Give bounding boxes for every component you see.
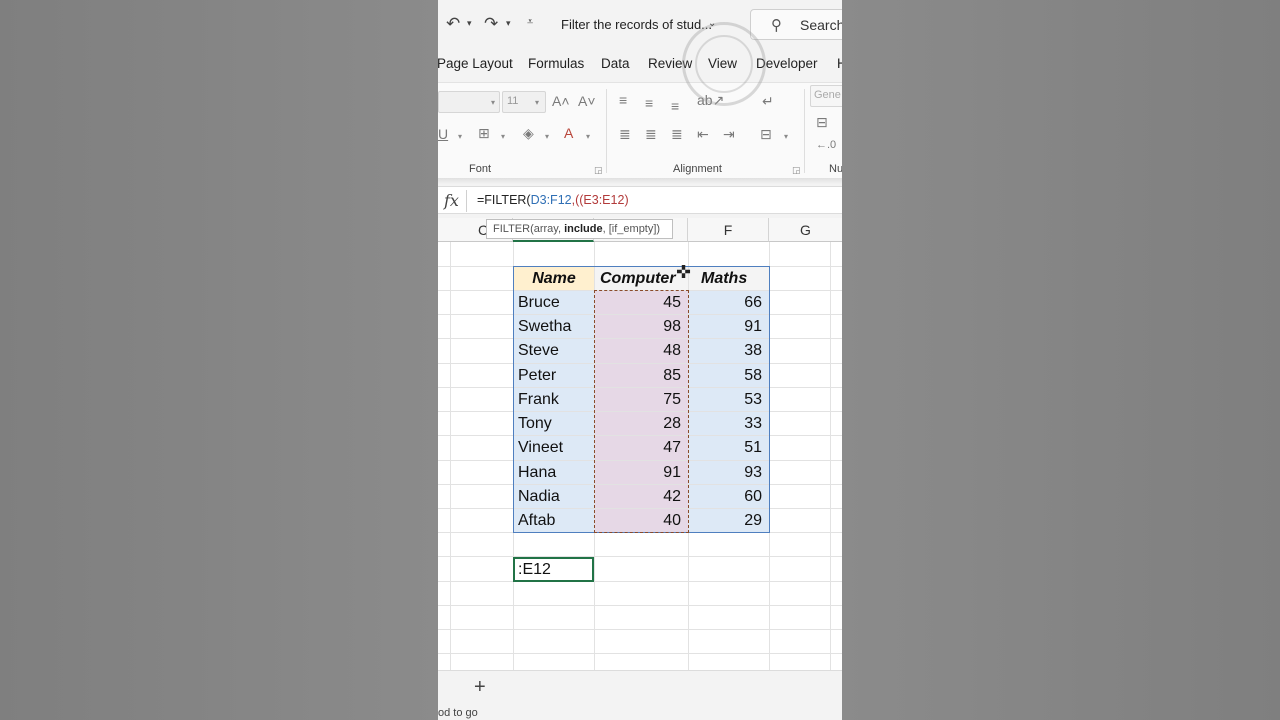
search-box[interactable]: ⚲ Search (750, 9, 842, 40)
alignment-dialog-launcher-icon[interactable]: ◲ (792, 165, 801, 176)
add-sheet-button[interactable]: + (474, 676, 486, 699)
grid-line (438, 653, 842, 654)
redo-dropdown-icon[interactable]: ▾ (506, 18, 511, 29)
font-group-label: Font (469, 163, 492, 175)
status-text: od to go (438, 707, 478, 719)
number-format-value: Gene (814, 89, 841, 101)
alignment-group-label: Alignment (673, 163, 722, 175)
insert-function-icon[interactable]: fx (444, 191, 459, 210)
align-right-icon[interactable]: ≣ (671, 126, 683, 143)
font-size-value: 11 (507, 95, 519, 107)
font-size-dropdown-icon: ▾ (535, 98, 540, 107)
accounting-format-icon[interactable]: ⊟ (816, 114, 828, 131)
undo-icon[interactable]: ↶ (446, 14, 460, 34)
worksheet-grid[interactable]: C F G Name Computer Maths Bruce 45 66 Sw… (438, 218, 842, 670)
active-cell-editor[interactable]: :E12 (513, 557, 594, 582)
quick-access-customize-icon[interactable]: ⩡ (527, 16, 533, 29)
grid-line (438, 605, 842, 606)
formula-bar[interactable]: fx =FILTER(D3:F12,((E3:E12) (438, 186, 842, 214)
title-bar: ↶ ▾ ↷ ▾ ⩡ Filter the records of stud... … (438, 0, 842, 106)
merge-center-icon[interactable]: ⊟ (760, 126, 772, 143)
ribbon-separator (606, 89, 607, 173)
sheet-tabs-bar: + (438, 670, 842, 702)
font-color-dropdown-icon[interactable]: ▾ (586, 132, 590, 141)
tab-formulas[interactable]: Formulas (528, 56, 584, 71)
ribbon: ▾ 11 ▾ A˄ A˅ U ▾ ⊞ ▾ ◈ ▾ A ▾ Font ◲ ≡ ≡ … (438, 82, 842, 178)
formula-bar-divider (466, 190, 467, 212)
search-icon: ⚲ (771, 17, 782, 34)
grid-line (438, 556, 842, 557)
cell-cursor-icon: ✜ (676, 262, 692, 282)
excel-window: ↶ ▾ ↷ ▾ ⩡ Filter the records of stud... … (438, 0, 842, 720)
align-left-icon[interactable]: ≣ (619, 126, 631, 143)
decimal-icon[interactable]: ←.0 (816, 139, 836, 151)
underline-dropdown-icon[interactable]: ▾ (458, 132, 462, 141)
undo-dropdown-icon[interactable]: ▾ (467, 18, 472, 29)
align-top-icon[interactable]: ≡ (619, 92, 627, 108)
document-title[interactable]: Filter the records of stud... (561, 17, 712, 32)
fill-color-icon[interactable]: ◈ (523, 125, 534, 142)
include-range-marquee (594, 290, 689, 533)
decrease-font-icon[interactable]: A˅ (578, 93, 596, 109)
grid-line (438, 581, 842, 582)
formula-text[interactable]: =FILTER(D3:F12,((E3:E12) (477, 193, 629, 207)
number-group-label: Nu (829, 163, 842, 175)
font-name-dropdown-icon[interactable]: ▾ (491, 98, 495, 107)
borders-icon[interactable]: ⊞ (478, 125, 490, 142)
grid-line (438, 629, 842, 630)
tab-page-layout[interactable]: Page Layout (438, 56, 513, 71)
watermark-stamp (682, 22, 766, 106)
align-bottom-icon[interactable]: ≡ (671, 98, 679, 114)
wrap-text-icon[interactable]: ↵ (762, 93, 774, 110)
number-format-box[interactable]: Gene (810, 85, 842, 107)
font-size-box[interactable]: 11 ▾ (502, 91, 546, 113)
tab-help[interactable]: H (837, 56, 842, 71)
status-bar: od to go (438, 702, 842, 720)
borders-dropdown-icon[interactable]: ▾ (501, 132, 505, 141)
underline-icon[interactable]: U (438, 126, 448, 142)
increase-indent-icon[interactable]: ⇥ (723, 126, 735, 143)
ribbon-shadow (438, 178, 842, 184)
fill-color-dropdown-icon[interactable]: ▾ (545, 132, 549, 141)
left-background (0, 0, 438, 720)
increase-font-icon[interactable]: A˄ (552, 93, 570, 109)
tab-data[interactable]: Data (601, 56, 630, 71)
redo-icon[interactable]: ↷ (484, 14, 498, 34)
align-middle-icon[interactable]: ≡ (645, 95, 653, 111)
ribbon-separator (804, 89, 805, 173)
align-center-icon[interactable]: ≣ (645, 126, 657, 143)
font-dialog-launcher-icon[interactable]: ◲ (594, 165, 603, 176)
function-tooltip: FILTER(array, include, [if_empty]) (486, 219, 673, 239)
right-background (842, 0, 1280, 720)
merge-dropdown-icon[interactable]: ▾ (784, 132, 788, 141)
search-label: Search (800, 17, 842, 33)
column-header-g[interactable]: G (769, 218, 842, 242)
font-color-icon[interactable]: A (564, 125, 573, 141)
decrease-indent-icon[interactable]: ⇤ (697, 126, 709, 143)
column-header-f[interactable]: F (688, 218, 769, 242)
ribbon-tabs: Page Layout Formulas Data Review View De… (438, 50, 842, 80)
